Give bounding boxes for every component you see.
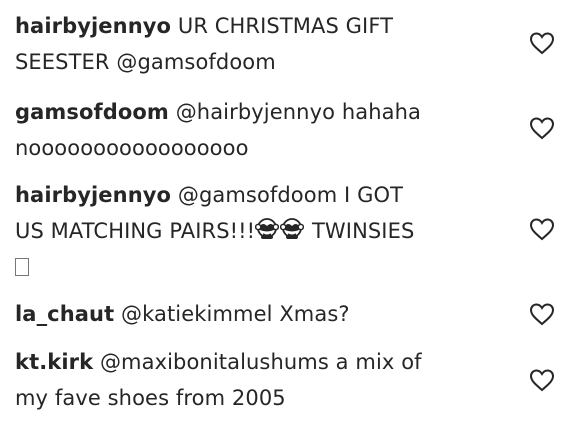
comment-text: TWINSIES bbox=[311, 219, 415, 243]
comment-mention[interactable]: @maxibonitalushums bbox=[100, 350, 329, 374]
comment-text: Xmas? bbox=[279, 302, 350, 326]
comment-text: hahaha bbox=[341, 100, 421, 124]
comments-list: hairbyjennyo UR CHRISTMAS GIFT SEESTER @… bbox=[0, 0, 582, 430]
comment-text: a mix of bbox=[335, 350, 422, 374]
comment-username[interactable]: hairbyjennyo bbox=[15, 183, 171, 207]
like-heart-icon[interactable] bbox=[529, 302, 555, 326]
comment-line: la_chaut @katiekimmel Xmas? bbox=[15, 296, 515, 332]
comment-item: hairbyjennyo UR CHRISTMAS GIFT SEESTER @… bbox=[15, 8, 515, 80]
comment-username[interactable]: kt.kirk bbox=[15, 350, 93, 374]
comment-item: hairbyjennyo @gamsofdoom I GOT US MATCHI… bbox=[15, 177, 525, 285]
comment-username[interactable]: la_chaut bbox=[15, 302, 114, 326]
comment-text: nooooooooooooooooo bbox=[15, 136, 249, 160]
comment-line: gamsofdoom @hairbyjennyo hahaha bbox=[15, 94, 515, 130]
comment-line bbox=[15, 249, 525, 285]
comment-mention[interactable]: @hairbyjennyo bbox=[176, 100, 335, 124]
comment-line: nooooooooooooooooo bbox=[15, 130, 515, 166]
like-heart-icon[interactable] bbox=[529, 217, 555, 241]
comment-line: US MATCHING PAIRS!!! TWINSIES bbox=[15, 213, 525, 249]
comment-text: I GOT bbox=[344, 183, 404, 207]
comment-mention[interactable]: @gamsofdoom bbox=[178, 183, 337, 207]
missing-glyph-icon bbox=[15, 258, 29, 276]
comment-line: hairbyjennyo UR CHRISTMAS GIFT bbox=[15, 8, 515, 44]
comment-mention[interactable]: @katiekimmel bbox=[121, 302, 273, 326]
comment-text: US MATCHING PAIRS!!! bbox=[15, 219, 256, 243]
comment-text: UR CHRISTMAS GIFT bbox=[177, 14, 394, 38]
comment-text: SEESTER @gamsofdoom bbox=[15, 50, 276, 74]
comment-line: hairbyjennyo @gamsofdoom I GOT bbox=[15, 177, 525, 213]
like-heart-icon[interactable] bbox=[529, 368, 555, 392]
comment-line: my fave shoes from 2005 bbox=[15, 380, 515, 416]
comment-item: la_chaut @katiekimmel Xmas? bbox=[15, 296, 515, 332]
like-heart-icon[interactable] bbox=[529, 31, 555, 55]
like-heart-icon[interactable] bbox=[529, 116, 555, 140]
comment-text: my fave shoes from 2005 bbox=[15, 386, 286, 410]
see-no-evil-monkey-icon bbox=[280, 215, 305, 239]
comment-item: gamsofdoom @hairbyjennyo hahaha nooooooo… bbox=[15, 94, 515, 166]
comment-line: kt.kirk @maxibonitalushums a mix of bbox=[15, 344, 515, 380]
comment-line: SEESTER @gamsofdoom bbox=[15, 44, 515, 80]
comment-username[interactable]: hairbyjennyo bbox=[15, 14, 171, 38]
comment-username[interactable]: gamsofdoom bbox=[15, 100, 169, 124]
comment-item: kt.kirk @maxibonitalushums a mix of my f… bbox=[15, 344, 515, 416]
see-no-evil-monkey-icon bbox=[255, 215, 280, 239]
